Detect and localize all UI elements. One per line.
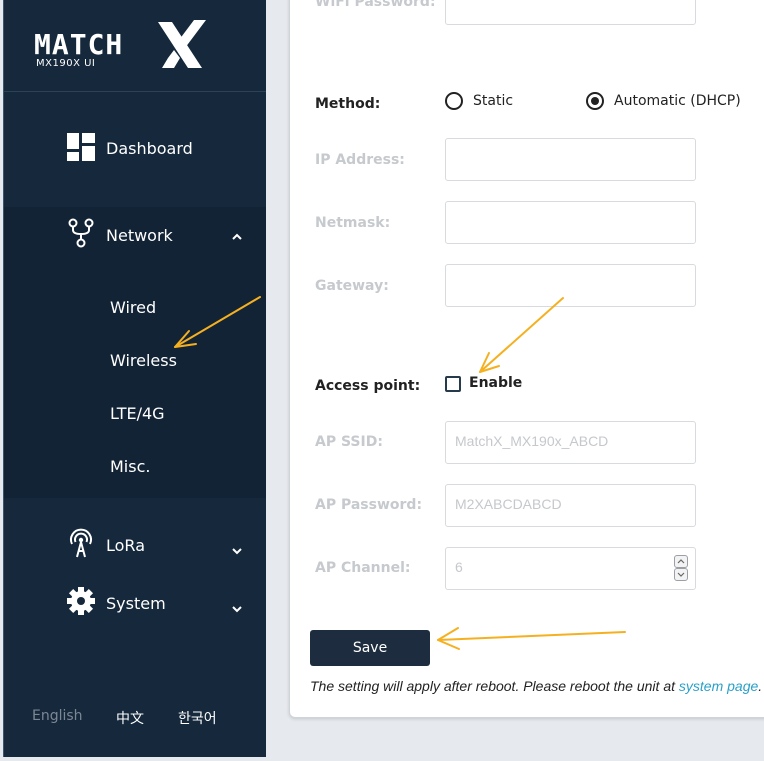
reboot-note-suffix: .: [758, 678, 763, 694]
sidebar-subitem-misc[interactable]: Misc.: [110, 457, 150, 476]
chevron-down-icon: [232, 606, 242, 613]
sidebar-item-label: LoRa: [106, 536, 145, 555]
method-dhcp-radio[interactable]: [586, 92, 604, 110]
ip-address-label: IP Address:: [315, 152, 405, 168]
sidebar-item-label: Dashboard: [106, 139, 193, 158]
gateway-label: Gateway:: [315, 278, 389, 294]
wifi-password-field[interactable]: [445, 0, 696, 25]
chevron-down-icon: [232, 548, 242, 555]
sidebar: MATCH MX190X UI Dashboard Network Wired: [3, 0, 266, 757]
ap-ssid-field[interactable]: MatchX_MX190x_ABCD: [445, 421, 696, 464]
sidebar-subitem-wireless[interactable]: Wireless: [110, 351, 177, 370]
chevron-down-icon: [677, 572, 685, 577]
fork-icon: [68, 218, 94, 248]
reboot-note-text: The setting will apply after reboot. Ple…: [310, 678, 679, 694]
method-static-label: Static: [473, 93, 514, 109]
method-label: Method:: [315, 96, 381, 112]
ap-channel-stepper[interactable]: [674, 555, 688, 581]
sidebar-item-dashboard[interactable]: Dashboard: [4, 132, 266, 164]
ip-address-field[interactable]: [445, 138, 696, 181]
access-point-checkbox[interactable]: [445, 376, 461, 392]
dashboard-icon: [67, 133, 95, 161]
logo-subtitle: MX190X UI: [36, 58, 96, 69]
chevron-up-icon: [232, 233, 242, 240]
netmask-field[interactable]: [445, 201, 696, 244]
antenna-icon: [70, 528, 92, 558]
language-chinese[interactable]: 中文: [116, 708, 144, 728]
ap-channel-value: 6: [455, 559, 463, 575]
netmask-label: Netmask:: [315, 215, 391, 231]
ap-channel-field[interactable]: 6: [445, 547, 696, 590]
access-point-label: Access point:: [315, 378, 421, 394]
sidebar-subitem-wired[interactable]: Wired: [110, 298, 156, 317]
reboot-note: The setting will apply after reboot. Ple…: [310, 678, 762, 694]
stepper-up-button[interactable]: [674, 555, 688, 568]
logo-text: MATCH: [34, 28, 124, 61]
gear-icon: [67, 587, 95, 615]
method-dhcp-label: Automatic (DHCP): [614, 93, 741, 109]
wifi-password-label: WiFi Password:: [315, 0, 436, 10]
gateway-field[interactable]: [445, 264, 696, 307]
sidebar-item-label: System: [106, 594, 166, 613]
access-point-enable-label: Enable: [469, 375, 523, 391]
ap-channel-label: AP Channel:: [315, 560, 411, 576]
stepper-down-button[interactable]: [674, 568, 688, 581]
sidebar-item-system[interactable]: System: [4, 586, 266, 618]
save-button[interactable]: Save: [310, 630, 430, 666]
ap-password-label: AP Password:: [315, 497, 423, 513]
radio-selected-dot: [591, 97, 599, 105]
sidebar-subitem-lte[interactable]: LTE/4G: [110, 404, 165, 423]
sidebar-item-lora[interactable]: LoRa: [4, 528, 266, 560]
chevron-up-icon: [677, 559, 685, 564]
logo-x-icon: [158, 20, 206, 68]
method-static-radio[interactable]: [445, 92, 463, 110]
logo: MATCH MX190X UI: [4, 0, 266, 92]
language-korean[interactable]: 한국어: [178, 708, 217, 728]
sidebar-item-network[interactable]: Network: [4, 218, 266, 250]
sidebar-item-label: Network: [106, 226, 173, 245]
ap-password-field[interactable]: M2XABCDABCD: [445, 484, 696, 527]
language-english[interactable]: English: [32, 708, 83, 724]
ap-ssid-label: AP SSID:: [315, 434, 383, 450]
system-page-link[interactable]: system page: [679, 678, 758, 694]
